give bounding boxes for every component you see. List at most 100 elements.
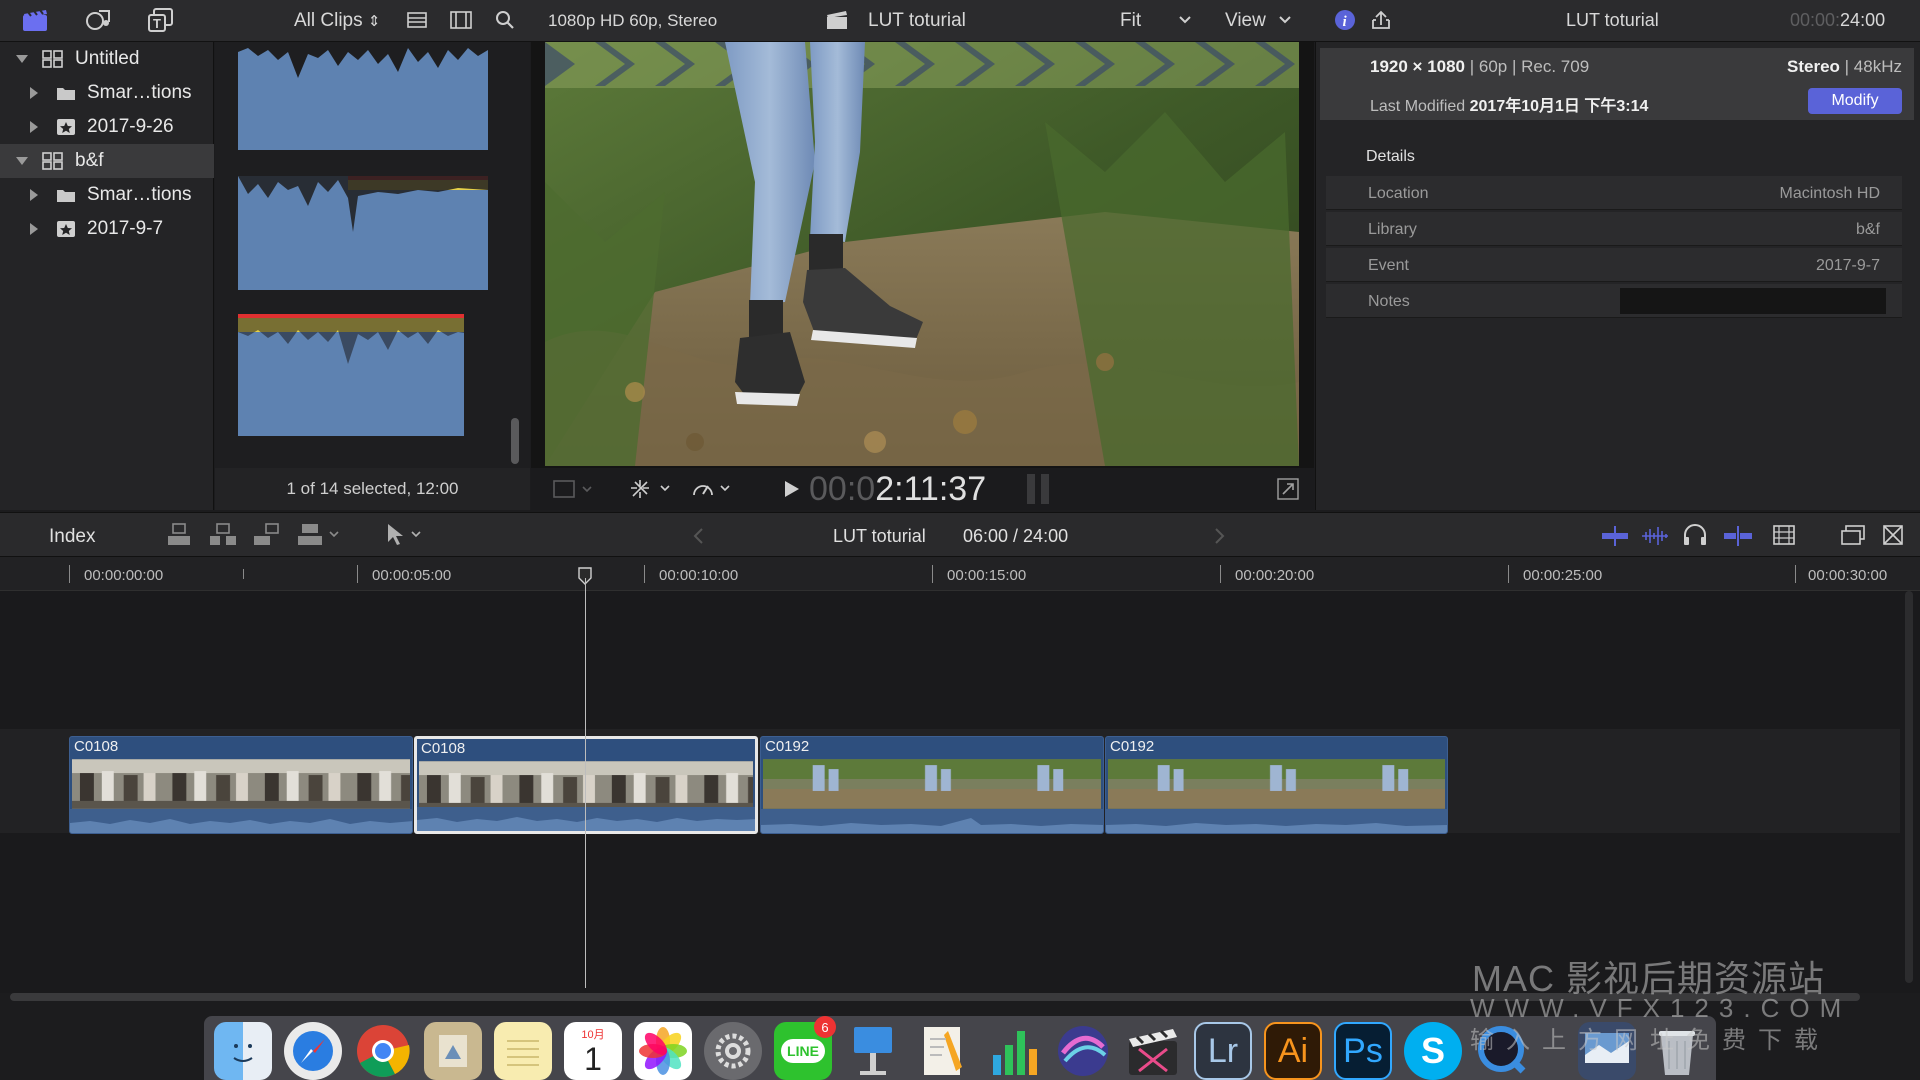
disclosure-closed-icon[interactable] (30, 189, 38, 201)
row-value: 2017-9-7 (1815, 257, 1880, 274)
clip-waveform (761, 809, 1103, 833)
transitions-browser-icon[interactable] (1882, 524, 1904, 546)
sidebar-item-bf[interactable]: b&f (0, 144, 214, 178)
speed-icon[interactable] (691, 478, 737, 500)
notification-badge: 6 (814, 1016, 836, 1038)
ruler-tick: 00:00:25:00 (1523, 567, 1603, 584)
photos-audio-icon[interactable] (84, 6, 114, 34)
append-clip-icon[interactable] (252, 522, 282, 548)
disclosure-closed-icon[interactable] (30, 87, 38, 99)
chevron-down-icon[interactable] (1170, 6, 1200, 34)
filmstrip-view-icon[interactable] (446, 6, 476, 34)
timeline-clip[interactable]: C0108 (69, 736, 413, 834)
row-label: Library (1368, 221, 1417, 238)
connect-clip-icon[interactable] (164, 522, 194, 548)
insert-clip-icon[interactable] (208, 522, 238, 548)
clips-filter[interactable]: All Clips ⇕ (294, 10, 380, 32)
nav-forward-icon[interactable] (1214, 527, 1226, 545)
nav-back-icon[interactable] (692, 527, 704, 545)
disclosure-open-icon[interactable] (16, 157, 28, 165)
timeline-clip[interactable]: C0192 (760, 736, 1104, 834)
final-cut-icon[interactable] (1124, 1022, 1182, 1080)
view-menu[interactable]: View (1225, 10, 1266, 32)
row-value: b&f (1855, 221, 1880, 238)
list-view-icon[interactable] (402, 6, 432, 34)
timeline-clip[interactable]: C0192 (1105, 736, 1448, 834)
transform-icon[interactable] (629, 478, 675, 500)
keynote-icon[interactable] (844, 1022, 902, 1080)
audio-clip-thumbnail[interactable] (238, 172, 488, 290)
play-icon[interactable] (783, 479, 801, 499)
folder-icon (57, 190, 75, 202)
audio-clip-thumbnail[interactable] (238, 314, 470, 436)
clip-name: C0108 (421, 740, 466, 757)
timeline-vscrollbar[interactable] (1905, 591, 1913, 983)
audio-meter-right (1041, 474, 1049, 504)
timecode-display[interactable]: 00:02:11:37 (809, 470, 986, 509)
system-preferences-icon[interactable] (704, 1022, 762, 1080)
skimming-icon[interactable] (1600, 525, 1630, 547)
chrome-icon[interactable] (354, 1022, 412, 1080)
ruler-tick: 00:00:00:00 (84, 567, 164, 584)
final-cut-window: T All Clips ⇕ 1080p HD 60p, Stereo LUT t… (0, 0, 1920, 1080)
effects-browser-icon[interactable] (1840, 524, 1866, 546)
motion-icon[interactable] (1054, 1022, 1112, 1080)
headphones-icon[interactable] (1682, 523, 1708, 547)
select-tool-icon[interactable] (384, 522, 428, 548)
fit-menu[interactable]: Fit (1120, 10, 1141, 32)
fullscreen-icon[interactable] (1277, 478, 1299, 500)
lightroom-icon[interactable]: Lr (1194, 1022, 1252, 1080)
sidebar-item-label: Untitled (75, 48, 140, 69)
search-icon[interactable] (490, 6, 520, 34)
audio-meter-left (1027, 474, 1035, 504)
timeline-clip-selected[interactable]: C0108 (414, 736, 758, 834)
titles-generators-icon[interactable]: T (146, 6, 176, 34)
finder-icon[interactable] (214, 1022, 272, 1080)
overwrite-clip-icon[interactable] (296, 522, 346, 548)
preview-icon[interactable] (424, 1022, 482, 1080)
viewer (531, 42, 1314, 468)
sidebar-item-event[interactable]: 2017-9-7 (0, 212, 214, 246)
disclosure-closed-icon[interactable] (30, 223, 38, 235)
sidebar-item-smart-collections[interactable]: Smar…tions (0, 76, 214, 110)
audio-clip-thumbnail[interactable] (238, 42, 488, 150)
playhead[interactable] (585, 578, 586, 988)
viewer-format: 1080p HD 60p, Stereo (548, 11, 718, 30)
pages-icon[interactable] (914, 1022, 972, 1080)
project-name: LUT toturial (833, 526, 926, 546)
info-icon[interactable]: i (1330, 6, 1360, 34)
row-label: Location (1368, 185, 1429, 202)
chevron-down-icon[interactable] (1270, 6, 1300, 34)
skype-icon[interactable]: S (1404, 1022, 1462, 1080)
row-label: Notes (1368, 293, 1410, 310)
browser-scrollbar[interactable] (511, 418, 519, 464)
audio-skimming-icon[interactable] (1640, 525, 1670, 547)
view-options-icon[interactable] (553, 479, 597, 499)
clip-appearance-icon[interactable] (1772, 524, 1796, 546)
disclosure-closed-icon[interactable] (30, 121, 38, 133)
modify-button[interactable]: Modify (1808, 88, 1902, 114)
snapping-icon[interactable] (1722, 525, 1754, 547)
photoshop-icon[interactable]: Ps (1334, 1022, 1392, 1080)
index-button[interactable]: Index (49, 526, 95, 548)
timeline-ruler[interactable]: 00:00:00:00 00:00:05:00 00:00:10:00 00:0… (0, 557, 1920, 591)
numbers-icon[interactable] (984, 1022, 1042, 1080)
calendar-icon[interactable]: 10月 1 (564, 1022, 622, 1080)
clip-filmstrip (1108, 759, 1445, 809)
sidebar-item-untitled[interactable]: Untitled (0, 42, 214, 76)
sidebar-item-event[interactable]: 2017-9-26 (0, 110, 214, 144)
disclosure-open-icon[interactable] (16, 55, 28, 63)
line-icon[interactable]: LINE 6 (774, 1016, 836, 1080)
safari-icon[interactable] (284, 1022, 342, 1080)
notes-field[interactable] (1620, 288, 1886, 314)
sidebar-item-smart-collections[interactable]: Smar…tions (0, 178, 214, 212)
illustrator-icon[interactable]: Ai (1264, 1022, 1322, 1080)
watermark-subtitle: 输入上方网址免费下载 (1470, 1027, 1830, 1054)
viewer-frame-image[interactable] (545, 42, 1299, 466)
top-toolbar: T All Clips ⇕ 1080p HD 60p, Stereo LUT t… (0, 0, 1920, 42)
notes-icon[interactable] (494, 1022, 552, 1080)
photos-icon[interactable] (634, 1022, 692, 1080)
share-icon[interactable] (1366, 6, 1396, 34)
event-icon (57, 221, 75, 237)
libraries-icon[interactable] (20, 6, 50, 34)
